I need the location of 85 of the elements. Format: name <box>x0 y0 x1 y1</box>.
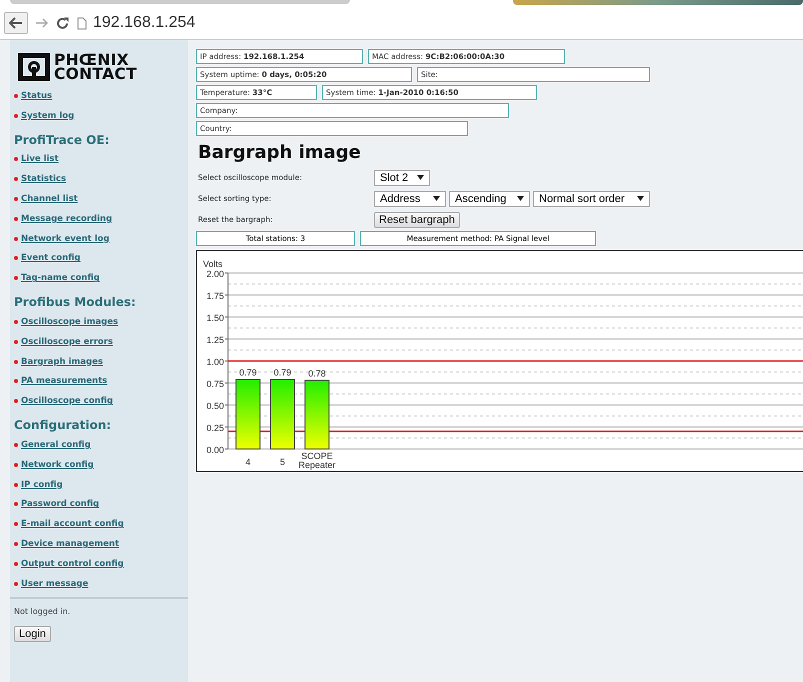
tick-label: 1.75 <box>206 291 224 301</box>
page-icon <box>77 16 87 30</box>
bullet-icon <box>14 177 18 182</box>
bullet-icon <box>14 522 18 526</box>
value-label: 0.78 <box>308 368 326 378</box>
nav-link[interactable]: Message recording <box>21 214 112 224</box>
dropdown[interactable]: Address <box>374 190 446 206</box>
tick-label: 1.00 <box>206 357 224 367</box>
nav-link[interactable]: Oscilloscope errors <box>21 336 113 347</box>
bullet-icon <box>14 482 18 487</box>
nav-link[interactable]: Event config <box>21 253 80 264</box>
caret-icon <box>433 196 440 201</box>
nav-link[interactable]: Network event log <box>21 234 110 244</box>
bullet-icon <box>14 340 18 344</box>
value-label: 0.79 <box>239 367 257 378</box>
bullet-icon <box>14 443 18 448</box>
bullet-icon <box>14 582 18 586</box>
bar <box>304 380 330 450</box>
bullet-icon <box>14 197 18 202</box>
bar <box>236 378 260 450</box>
page-heading: Bargraph image <box>198 142 362 163</box>
tick-label: 1.50 <box>206 313 224 323</box>
section-heading: Configuration: <box>14 417 112 434</box>
bullet-icon <box>14 256 18 260</box>
caret-icon <box>637 196 644 201</box>
value-label: 0.79 <box>274 367 292 378</box>
nav-link[interactable]: Password config <box>21 499 100 510</box>
nav-link[interactable]: Oscilloscope config <box>21 396 113 406</box>
tick-label: 0.75 <box>206 379 224 389</box>
nav-link[interactable]: Network config <box>21 460 94 470</box>
tick-label: 2.00 <box>206 269 224 279</box>
dropdown[interactable]: Normal sort order <box>533 190 650 206</box>
forward-icon[interactable] <box>36 17 48 29</box>
bullet-icon <box>14 236 18 241</box>
section-heading: Profibus Modules: <box>14 294 137 312</box>
dropdown[interactable]: Ascending <box>449 190 530 206</box>
bullet-icon <box>14 562 18 566</box>
dropdown[interactable]: Slot 2 <box>374 170 430 186</box>
axis-label: Volts <box>203 259 223 269</box>
reload-icon[interactable] <box>56 16 69 30</box>
section-heading: ProfiTrace OE: <box>14 132 110 149</box>
nav-link[interactable]: Oscilloscope images <box>21 317 118 328</box>
tick-label: 0.25 <box>206 423 224 433</box>
bullet-icon <box>14 360 18 364</box>
nav-link[interactable]: IP config <box>21 480 63 490</box>
category-label: 4 <box>246 457 250 467</box>
login-button[interactable]: Login <box>14 626 51 642</box>
tick-label: 1.25 <box>206 335 224 345</box>
reset-button[interactable]: Reset bargraph <box>374 212 460 228</box>
bar <box>270 378 295 450</box>
nav-link[interactable]: General config <box>21 440 91 450</box>
back-icon <box>9 17 23 29</box>
login-status: Not logged in. <box>14 606 72 616</box>
tick-label: 0.50 <box>206 401 224 411</box>
category-label: 5 <box>280 457 285 467</box>
nav-link[interactable]: Bargraph images <box>21 356 103 367</box>
nav-link[interactable]: Channel list <box>21 194 78 204</box>
bullet-icon <box>14 320 18 324</box>
nav-link[interactable]: E-mail account config <box>21 519 124 530</box>
bullet-icon <box>14 276 18 280</box>
nav-link[interactable]: PA measurements <box>21 376 108 386</box>
nav-link[interactable]: Status <box>21 90 52 101</box>
bullet-icon <box>14 462 18 467</box>
bullet-icon <box>14 94 18 98</box>
logo-icon <box>17 52 51 82</box>
nav-link[interactable]: User message <box>21 578 88 589</box>
bullet-icon <box>14 379 18 384</box>
nav-link[interactable]: System log <box>21 110 74 121</box>
nav-link[interactable]: Device management <box>21 539 120 550</box>
caret-icon <box>517 196 524 201</box>
caret-icon <box>417 175 424 180</box>
bullet-icon <box>14 114 18 118</box>
nav-link[interactable]: Output control config <box>21 558 124 569</box>
category-label: SCOPE Repeater <box>298 451 336 470</box>
nav-link[interactable]: Live list <box>21 154 59 164</box>
bullet-icon <box>14 502 18 506</box>
nav-link[interactable]: Tag-name config <box>21 273 100 284</box>
bullet-icon <box>14 157 18 162</box>
nav-link[interactable]: Statistics <box>21 174 66 184</box>
tick-label: 0.00 <box>206 445 224 455</box>
back-button[interactable] <box>4 12 28 34</box>
logo-text: PHŒNIX CONTACT <box>54 53 137 81</box>
bullet-icon <box>14 216 18 221</box>
bullet-icon <box>14 399 18 404</box>
bullet-icon <box>14 542 18 546</box>
